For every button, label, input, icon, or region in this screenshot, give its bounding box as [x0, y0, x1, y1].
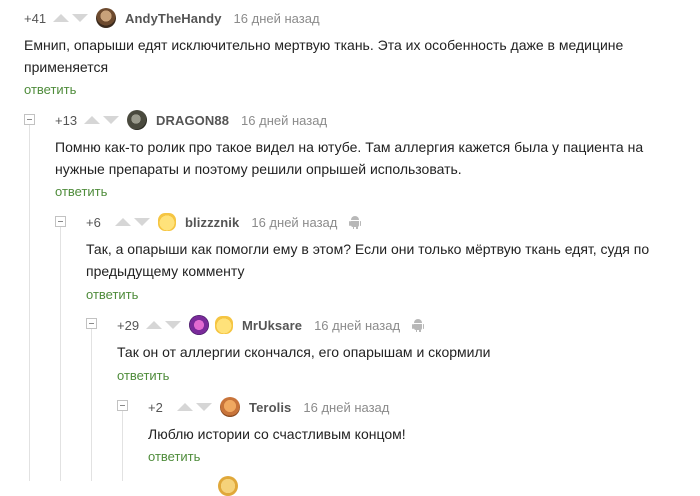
vote-up-icon[interactable] — [84, 116, 100, 124]
android-icon — [349, 215, 362, 229]
thread-line — [60, 222, 61, 481]
comment-author[interactable]: AndyTheHandy — [125, 11, 222, 26]
vote-down-icon[interactable] — [72, 14, 88, 22]
comment-rating: +29 — [117, 317, 140, 333]
comment-rating: +2 — [148, 399, 163, 415]
reply-link[interactable]: ответить — [86, 287, 138, 302]
comment-author[interactable]: blizzznik — [185, 215, 239, 230]
collapse-thread-button[interactable] — [86, 318, 97, 329]
comment-rating: +6 — [86, 214, 101, 230]
yellow-face-badge-icon — [158, 213, 176, 231]
reply-link[interactable]: ответить — [55, 184, 107, 199]
collapse-thread-button[interactable] — [24, 114, 35, 125]
comment-rating: +13 — [55, 112, 78, 128]
avatar[interactable] — [127, 110, 147, 130]
vote-down-icon[interactable] — [165, 321, 181, 329]
reply-link[interactable]: ответить — [117, 368, 169, 383]
comment-author[interactable]: MrUksare — [242, 318, 302, 333]
avatar[interactable] — [220, 397, 240, 417]
comment-author[interactable]: Terolis — [249, 400, 291, 415]
comment-text: Так, а опарыши как помогли ему в этом? Е… — [86, 241, 650, 279]
avatar[interactable] — [96, 8, 116, 28]
vote-down-icon[interactable] — [103, 116, 119, 124]
comment-text: Емнип, опарыши едят исключительно мертву… — [24, 37, 624, 75]
comment-timestamp[interactable]: 16 дней назад — [234, 11, 320, 26]
comment-text: Помню как-то ролик про такое видел на ют… — [55, 139, 644, 177]
comment-header: +2 Terolis 16 дней назад — [148, 397, 389, 417]
comment-author[interactable]: DRAGON88 — [156, 113, 229, 128]
reply-link[interactable]: ответить — [148, 449, 200, 464]
vote-up-icon[interactable] — [146, 321, 162, 329]
vote-up-icon[interactable] — [115, 218, 131, 226]
thread-line — [91, 324, 92, 481]
yellow-face-badge-icon — [215, 316, 233, 334]
comment-header: +41 AndyTheHandy 16 дней назад — [24, 8, 320, 28]
vote-down-icon[interactable] — [196, 403, 212, 411]
thread-line — [122, 406, 123, 481]
comment-header: +13 DRAGON88 16 дней назад — [55, 110, 327, 130]
android-icon — [412, 318, 425, 332]
avatar[interactable] — [218, 476, 238, 496]
comment-timestamp[interactable]: 16 дней назад — [251, 215, 337, 230]
comment-text: Так он от аллергии скончался, его опарыш… — [117, 344, 491, 360]
comment-text: Люблю истории со счастливым концом! — [148, 426, 406, 442]
comment-header: +6 blizzznik 16 дней назад — [86, 212, 362, 232]
thread-line — [29, 120, 30, 481]
comment-header: +29 MrUksare 16 дней назад — [117, 315, 425, 335]
comment-timestamp[interactable]: 16 дней назад — [314, 318, 400, 333]
vote-down-icon[interactable] — [134, 218, 150, 226]
comment-timestamp[interactable]: 16 дней назад — [303, 400, 389, 415]
comment-timestamp[interactable]: 16 дней назад — [241, 113, 327, 128]
collapse-thread-button[interactable] — [55, 216, 66, 227]
vote-up-icon[interactable] — [53, 14, 69, 22]
avatar[interactable] — [189, 315, 209, 335]
vote-up-icon[interactable] — [177, 403, 193, 411]
reply-link[interactable]: ответить — [24, 82, 76, 97]
collapse-thread-button[interactable] — [117, 400, 128, 411]
comment-rating: +41 — [24, 10, 47, 26]
